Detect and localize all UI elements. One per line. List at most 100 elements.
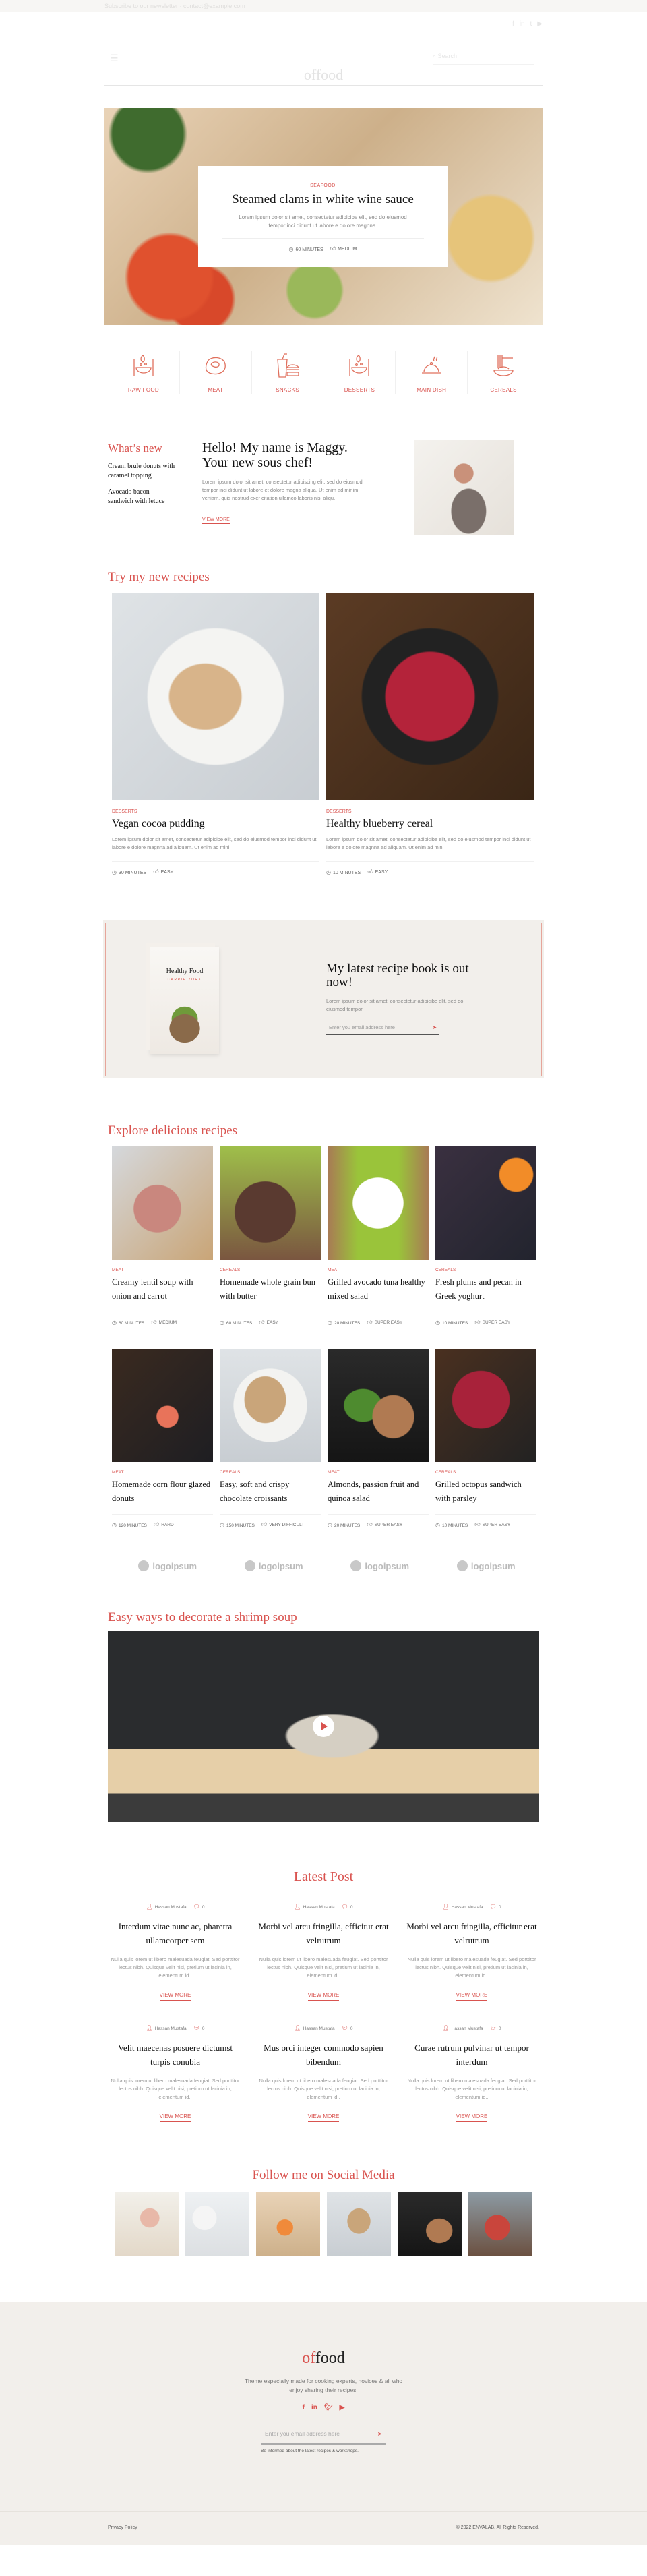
social-photo[interactable] xyxy=(115,2192,179,2256)
social-photo[interactable] xyxy=(256,2192,320,2256)
recipe-category[interactable]: CEREALS xyxy=(435,1470,536,1475)
recipe-card[interactable]: MEAT Creamy lentil soup with onion and c… xyxy=(112,1146,213,1326)
privacy-policy-link[interactable]: Privacy Policy xyxy=(108,2525,137,2530)
recipe-card[interactable]: MEAT Grilled avocado tuna healthy mixed … xyxy=(328,1146,429,1326)
view-more-link[interactable]: VIEW MORE xyxy=(456,2113,488,2122)
twitter-icon[interactable]: 🐦︎ xyxy=(324,2404,333,2411)
hamburger-menu-icon[interactable]: ☰ xyxy=(110,53,119,64)
hero-title[interactable]: Steamed clams in white wine sauce xyxy=(198,192,448,207)
play-button[interactable] xyxy=(313,1716,334,1737)
category-item[interactable]: MEAT xyxy=(180,351,252,394)
recipe-title[interactable]: Fresh plums and pecan in Greek yoghurt xyxy=(435,1275,536,1304)
book-email-input[interactable]: Enter you email address here ➤ xyxy=(326,1024,439,1035)
recipe-image[interactable] xyxy=(326,593,534,800)
recipe-title[interactable]: Almonds, passion fruit and quinoa salad xyxy=(328,1477,429,1506)
recipe-card[interactable]: CEREALS Grilled octopus sandwich with pa… xyxy=(435,1349,536,1528)
recipe-card[interactable]: MEAT Almonds, passion fruit and quinoa s… xyxy=(328,1349,429,1528)
footer-email-input[interactable]: Enter you email address here ➤ xyxy=(261,2430,386,2445)
category-item[interactable]: DESSERTS xyxy=(324,351,396,394)
category-item[interactable]: SNACKS xyxy=(252,351,324,394)
youtube-icon[interactable]: ▶ xyxy=(537,20,543,28)
recipe-category[interactable]: CEREALS xyxy=(435,1268,536,1272)
recipe-title[interactable]: Grilled octopus sandwich with parsley xyxy=(435,1477,536,1506)
recipe-title[interactable]: Healthy blueberry cereal xyxy=(326,818,534,830)
partner-logo[interactable]: logoipsum xyxy=(244,1560,303,1571)
post-title[interactable]: Morbi vel arcu fringilla, efficitur erat… xyxy=(404,1919,539,1948)
recipe-category[interactable]: MEAT xyxy=(112,1470,213,1475)
post-author[interactable]: Hassan Mustafa xyxy=(155,2026,187,2031)
social-photo[interactable] xyxy=(398,2192,462,2256)
recipe-title[interactable]: Homemade corn flour glazed donuts xyxy=(112,1477,213,1506)
recipe-image[interactable] xyxy=(220,1349,321,1462)
category-item[interactable]: CEREALS xyxy=(468,351,539,394)
recipe-image[interactable] xyxy=(328,1349,429,1462)
hero-card[interactable]: SEAFOOD Steamed clams in white wine sauc… xyxy=(198,166,448,267)
post-author[interactable]: Hassan Mustafa xyxy=(452,1905,483,1910)
post-title[interactable]: Morbi vel arcu fringilla, efficitur erat… xyxy=(256,1919,391,1948)
recipe-title[interactable]: Easy, soft and crispy chocolate croissan… xyxy=(220,1477,321,1506)
partner-logo[interactable]: logoipsum xyxy=(350,1560,409,1571)
facebook-icon[interactable]: f xyxy=(512,20,514,28)
recipe-category[interactable]: CEREALS xyxy=(220,1268,321,1272)
twitter-icon[interactable]: t xyxy=(530,20,532,28)
social-photo[interactable] xyxy=(185,2192,249,2256)
post-comments[interactable]: 0 xyxy=(499,2026,501,2031)
search-input[interactable]: ⌕ Search xyxy=(433,53,534,65)
post-title[interactable]: Velit maecenas posuere dictumst turpis c… xyxy=(108,2041,243,2069)
recipe-image[interactable] xyxy=(220,1146,321,1260)
video-thumbnail[interactable] xyxy=(108,1631,539,1822)
recipe-image[interactable] xyxy=(112,593,319,800)
whats-new-item[interactable]: Avocado bacon sandwich with letuce xyxy=(108,488,176,506)
site-logo[interactable]: offood xyxy=(0,66,647,84)
send-icon[interactable]: ➤ xyxy=(377,2430,382,2438)
post-title[interactable]: Mus orci integer commodo sapien bibendum xyxy=(256,2041,391,2069)
view-more-link[interactable]: VIEW MORE xyxy=(159,1992,191,2001)
social-photo[interactable] xyxy=(468,2192,532,2256)
post-author[interactable]: Hassan Mustafa xyxy=(303,2026,335,2031)
recipe-category[interactable]: MEAT xyxy=(328,1470,429,1475)
category-item[interactable]: MAIN DISH xyxy=(396,351,468,394)
recipe-card[interactable]: CEREALS Easy, soft and crispy chocolate … xyxy=(220,1349,321,1528)
whats-new-item[interactable]: Cream brule donuts with caramel topping xyxy=(108,462,176,481)
recipe-image[interactable] xyxy=(435,1146,536,1260)
recipe-image[interactable] xyxy=(435,1349,536,1462)
recipe-image[interactable] xyxy=(328,1146,429,1260)
linkedin-icon[interactable]: in xyxy=(520,20,525,28)
post-author[interactable]: Hassan Mustafa xyxy=(155,1905,187,1910)
recipe-image[interactable] xyxy=(112,1349,213,1462)
post-author[interactable]: Hassan Mustafa xyxy=(303,1905,335,1910)
post-comments[interactable]: 0 xyxy=(350,2026,353,2031)
recipe-category[interactable]: MEAT xyxy=(328,1268,429,1272)
post-author[interactable]: Hassan Mustafa xyxy=(452,2026,483,2031)
view-more-link[interactable]: VIEW MORE xyxy=(202,517,230,524)
recipe-card[interactable]: MEAT Homemade corn flour glazed donuts ◷… xyxy=(112,1349,213,1528)
recipe-category[interactable]: DESSERTS xyxy=(326,809,534,814)
view-more-link[interactable]: VIEW MORE xyxy=(159,2113,191,2122)
view-more-link[interactable]: VIEW MORE xyxy=(307,2113,340,2122)
recipe-card[interactable]: CEREALS Homemade whole grain bun with bu… xyxy=(220,1146,321,1326)
footer-logo[interactable]: offood xyxy=(0,2302,647,2368)
recipe-title[interactable]: Creamy lentil soup with onion and carrot xyxy=(112,1275,213,1304)
youtube-icon[interactable]: ▶ xyxy=(340,2404,345,2411)
view-more-link[interactable]: VIEW MORE xyxy=(307,1992,340,2001)
social-photo[interactable] xyxy=(327,2192,391,2256)
post-title[interactable]: Interdum vitae nunc ac, pharetra ullamco… xyxy=(108,1919,243,1948)
hero-banner[interactable]: SEAFOOD Steamed clams in white wine sauc… xyxy=(104,108,543,325)
recipe-title[interactable]: Grilled avocado tuna healthy mixed salad xyxy=(328,1275,429,1304)
recipe-category[interactable]: MEAT xyxy=(112,1268,213,1272)
recipe-card[interactable]: DESSERTS Vegan cocoa pudding Lorem ipsum… xyxy=(112,593,319,875)
post-comments[interactable]: 0 xyxy=(202,1905,205,1910)
recipe-category[interactable]: DESSERTS xyxy=(112,809,319,814)
recipe-card[interactable]: DESSERTS Healthy blueberry cereal Lorem … xyxy=(326,593,534,875)
category-item[interactable]: RAW FOOD xyxy=(108,351,180,394)
post-comments[interactable]: 0 xyxy=(202,2026,205,2031)
linkedin-icon[interactable]: in xyxy=(311,2404,317,2411)
post-title[interactable]: Curae rutrum pulvinar ut tempor interdum xyxy=(404,2041,539,2069)
recipe-title[interactable]: Vegan cocoa pudding xyxy=(112,818,319,830)
partner-logo[interactable]: logoipsum xyxy=(138,1560,197,1571)
recipe-image[interactable] xyxy=(112,1146,213,1260)
recipe-card[interactable]: CEREALS Fresh plums and pecan in Greek y… xyxy=(435,1146,536,1326)
hero-category[interactable]: SEAFOOD xyxy=(198,183,448,188)
post-comments[interactable]: 0 xyxy=(350,1905,353,1910)
post-comments[interactable]: 0 xyxy=(499,1905,501,1910)
